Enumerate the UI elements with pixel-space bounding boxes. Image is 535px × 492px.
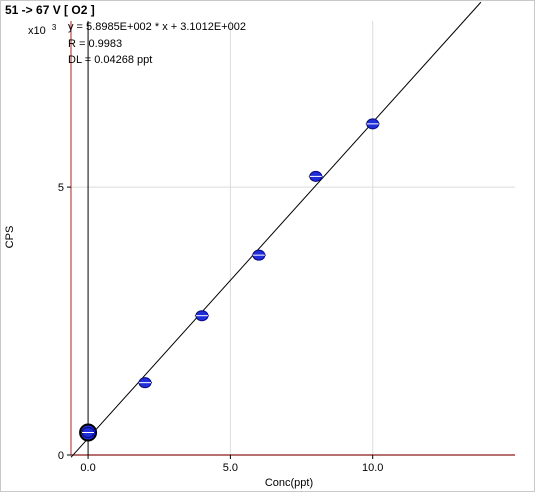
y-tick-label: 5	[58, 182, 64, 194]
fit-line	[70, 1, 482, 458]
x-tick-label: 0.0	[80, 462, 95, 474]
y-scale-exponent: 3	[52, 23, 57, 32]
correlation-coefficient: R = 0.9983	[68, 38, 122, 50]
chart-title: 51 -> 67 V [ O2 ]	[5, 3, 95, 17]
y-scale-label: x10 3	[28, 23, 57, 37]
detection-limit: DL = 0.04268 ppt	[68, 54, 152, 66]
axes-layer	[70, 21, 515, 456]
fit-layer	[70, 1, 482, 458]
y-axis-label: CPS	[4, 226, 16, 249]
y-scale-base: x10	[28, 25, 46, 37]
x-axis-label: Conc(ppt)	[265, 477, 313, 489]
chart-svg: 0.0 5.0 10.0 0 5 51 -> 67 V [ O2 ] x10 3 y =…	[4, 1, 515, 489]
y-tick-label: 0	[58, 450, 64, 462]
x-tick-label: 10.0	[362, 462, 383, 474]
regression-equation: y = 5.8985E+002 * x + 3.1012E+002	[68, 21, 246, 33]
x-tick-label: 5.0	[223, 462, 238, 474]
ticks-layer: 0.0 5.0 10.0 0 5	[58, 182, 384, 474]
calibration-chart: 0.0 5.0 10.0 0 5 51 -> 67 V [ O2 ] x10 3 y =…	[0, 0, 535, 492]
grid-layer	[71, 21, 515, 455]
